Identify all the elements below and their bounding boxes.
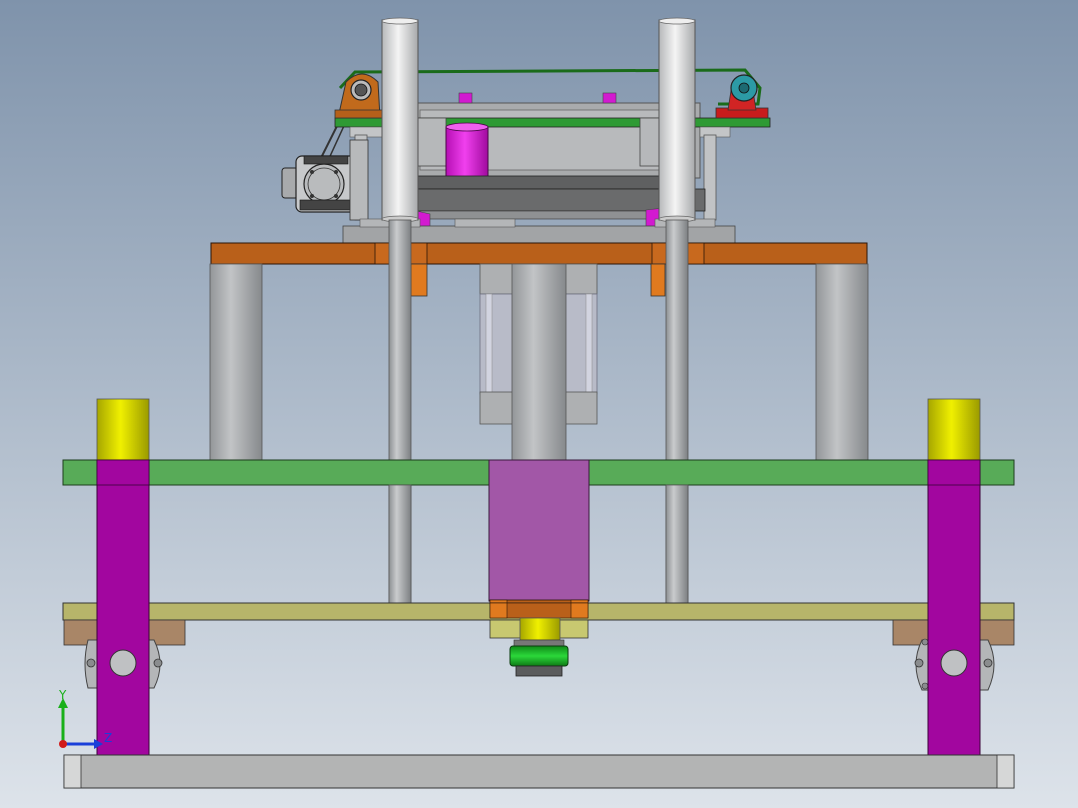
base-beam [63,754,1015,789]
piston-rod [511,263,567,461]
shaft-hole-right [940,649,968,677]
z-axis-label: Z [104,731,112,745]
yellow-cap-left [96,398,150,461]
magenta-column-left [96,459,150,756]
shaft-hole-left [109,649,137,677]
yellow-cap-right [927,398,981,461]
slider-plate-upper [414,175,696,190]
magenta-nub-left [458,92,473,104]
green-pulley [509,645,569,667]
magenta-nub-right [602,92,617,104]
machine-drawing: Y Z [0,0,1078,808]
orange-stop-right [650,263,666,297]
x-axis-dot [59,740,67,748]
pillar-left [209,263,263,461]
guide-sleeve-left [381,19,419,221]
guide-sleeve-right [658,19,696,221]
magenta-cylinder [445,126,489,178]
purple-center-block [488,459,590,602]
orange-stop-left [410,263,428,297]
magenta-column-right [927,459,981,756]
y-axis-label: Y [58,688,67,702]
pillar-right [815,263,869,461]
cad-viewport[interactable]: Y Z [0,0,1078,808]
